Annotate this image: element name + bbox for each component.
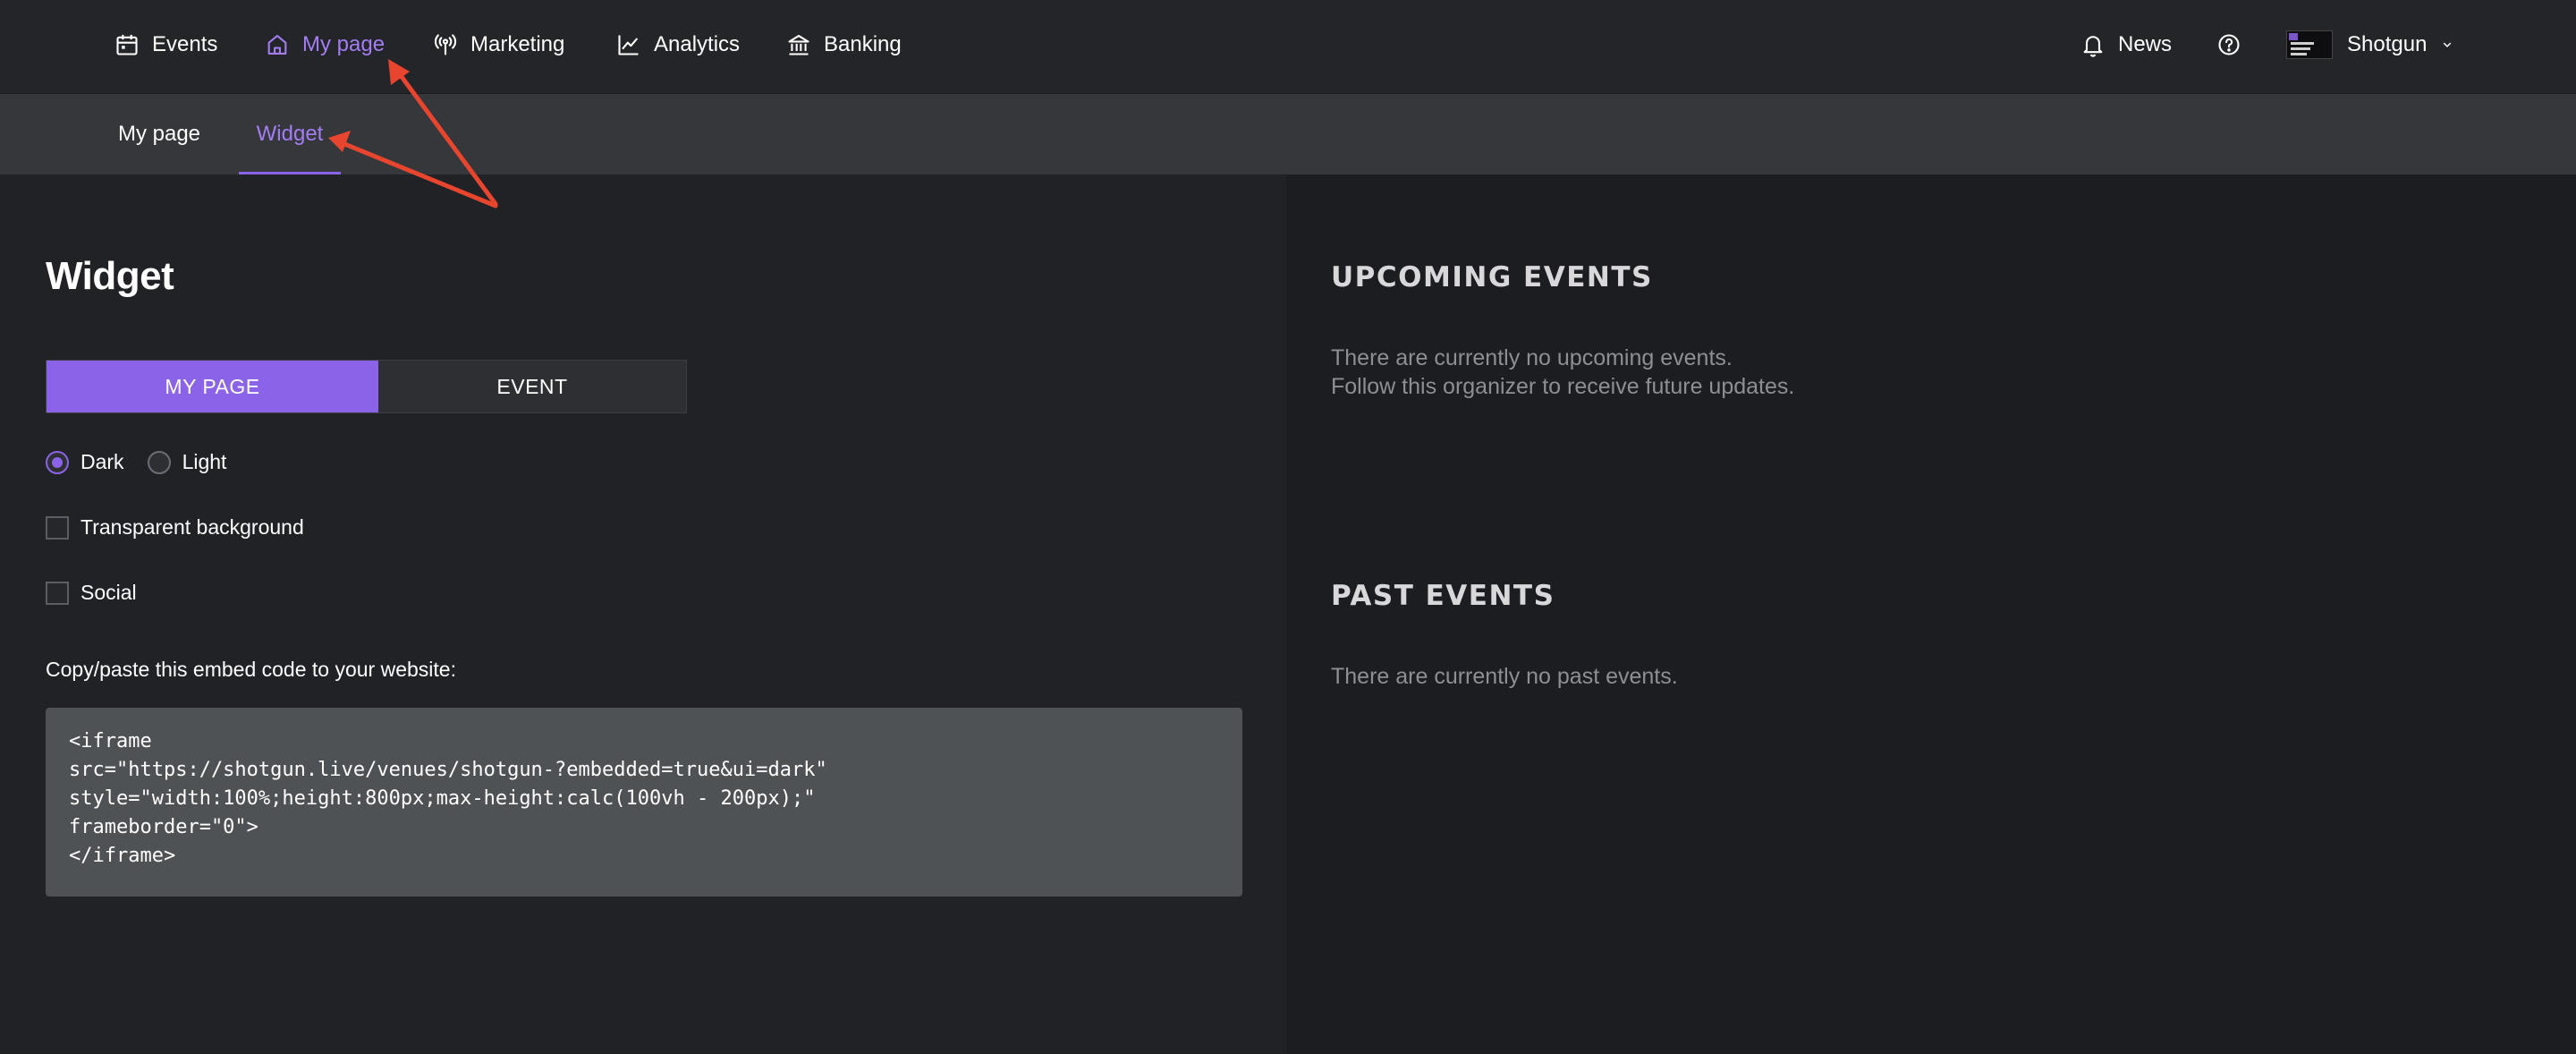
news-label: News: [2118, 32, 2173, 56]
theme-radio-group: Dark Light: [46, 450, 226, 474]
home-icon: [267, 35, 287, 55]
nav-events-label: Events: [152, 32, 218, 56]
subtab-widget-label: Widget: [256, 122, 324, 146]
nav-marketing[interactable]: Marketing: [433, 0, 564, 89]
nav-my-page[interactable]: My page: [265, 0, 385, 89]
past-empty-text: There are currently no past events.: [1331, 664, 1678, 689]
widget-preview-panel: UPCOMING EVENTS There are currently no u…: [1286, 174, 2576, 1054]
nav-banking[interactable]: Banking: [786, 0, 902, 89]
transparent-background-label: Transparent background: [80, 515, 304, 539]
social-option: Social: [46, 581, 137, 605]
transparent-background-checkbox[interactable]: [46, 515, 69, 540]
nav-my-page-label: My page: [302, 32, 386, 56]
account-menu[interactable]: Shotgun: [2286, 0, 2468, 89]
upcoming-events-title: UPCOMING EVENTS: [1331, 261, 1653, 293]
radio-light-label: Light: [182, 450, 227, 473]
top-navigation: Events My page Marketing Analytics Banki…: [0, 0, 2576, 94]
upcoming-empty-line2: Follow this organizer to receive future …: [1331, 374, 1795, 399]
widget-type-selector: MY PAGE EVENT: [46, 360, 687, 413]
news-button[interactable]: News: [2080, 0, 2172, 89]
subtab-my-page[interactable]: My page: [107, 94, 211, 174]
chart-line-icon: [618, 35, 639, 55]
bank-icon: [788, 35, 809, 55]
subtab-my-page-label: My page: [117, 122, 201, 146]
nav-analytics[interactable]: Analytics: [616, 0, 740, 89]
radio-dark[interactable]: [46, 450, 69, 474]
help-button[interactable]: [2216, 0, 2254, 89]
social-checkbox[interactable]: [46, 581, 69, 605]
social-label: Social: [80, 581, 137, 604]
embed-code-label: Copy/paste this embed code to your websi…: [46, 658, 456, 681]
widget-settings-panel: Widget MY PAGE EVENT Dark Light Transpar…: [0, 174, 1286, 1054]
help-circle-icon: [2218, 34, 2240, 55]
radio-light[interactable]: [147, 450, 171, 474]
past-events-title: PAST EVENTS: [1331, 580, 1555, 612]
page-title: Widget: [46, 254, 174, 298]
segment-event[interactable]: EVENT: [378, 361, 686, 412]
sub-navigation: My page Widget: [0, 94, 2576, 174]
bell-icon: [2083, 36, 2103, 57]
transparent-background-option: Transparent background: [46, 515, 304, 540]
nav-banking-label: Banking: [824, 32, 902, 56]
embed-code-box[interactable]: <iframe src="https://shotgun.live/venues…: [46, 708, 1242, 897]
chevron-down-icon: [2444, 42, 2452, 47]
segment-my-page[interactable]: MY PAGE: [47, 361, 378, 412]
subtab-widget[interactable]: Widget: [239, 94, 341, 174]
broadcast-icon: [434, 34, 457, 55]
nav-analytics-label: Analytics: [654, 32, 741, 56]
nav-events[interactable]: Events: [114, 0, 217, 89]
calendar-icon: [116, 34, 138, 55]
upcoming-empty-line1: There are currently no upcoming events.: [1331, 345, 1733, 370]
nav-marketing-label: Marketing: [470, 32, 565, 56]
radio-dark-label: Dark: [80, 450, 124, 473]
account-avatar: [2286, 30, 2333, 59]
account-name: Shotgun: [2347, 32, 2428, 56]
